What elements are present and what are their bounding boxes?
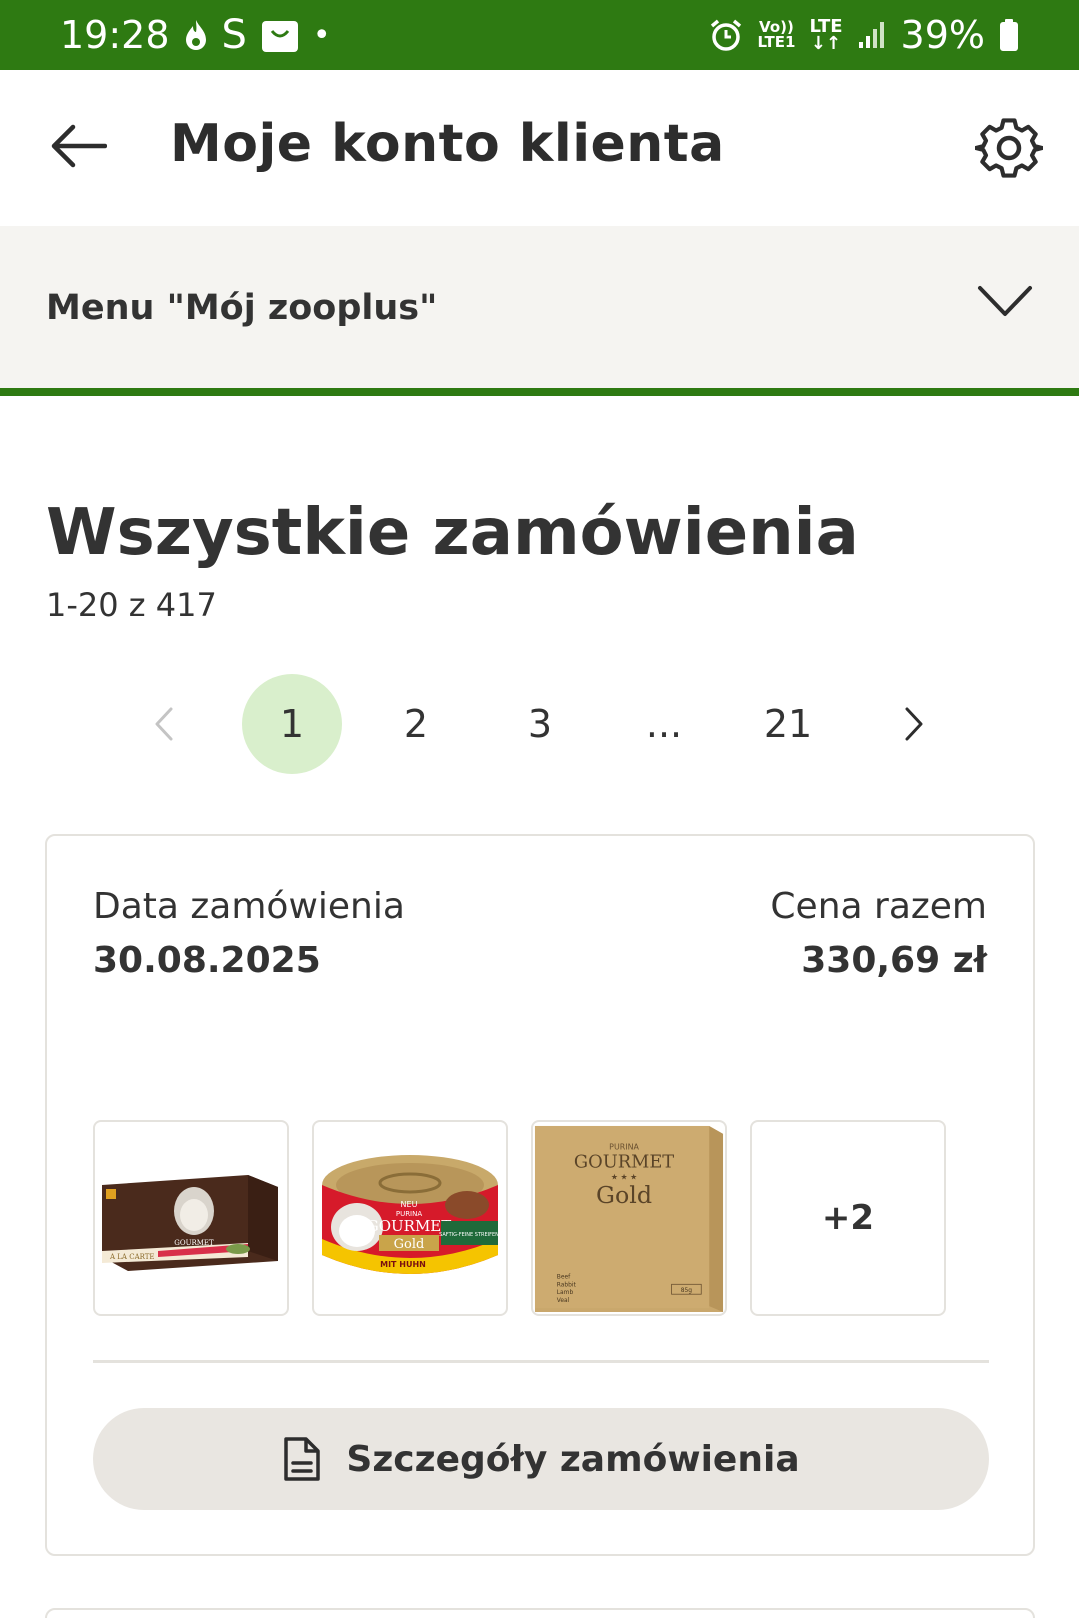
more-items-tile[interactable]: +2 xyxy=(750,1120,946,1316)
gold-can-image: NEU PURINA GOURMET Gold MIT HUHN SAFTIG-… xyxy=(322,1155,499,1274)
back-button[interactable] xyxy=(48,118,110,174)
can-new-text: NEU xyxy=(401,1200,418,1209)
s-app-icon: S xyxy=(221,12,247,58)
box-list-item-4: Veal xyxy=(557,1297,570,1304)
box-weight-text: 85g xyxy=(681,1287,693,1294)
page-title: Wszystkie zamówienia xyxy=(46,496,859,570)
prev-page-button[interactable] xyxy=(134,674,194,774)
box-stars-text: ★ ★ ★ xyxy=(611,1172,637,1181)
order-details-button[interactable]: Szczegóły zamówienia xyxy=(93,1408,989,1510)
battery-icon xyxy=(999,18,1019,52)
flame-icon xyxy=(184,18,208,52)
order-details-label: Szczegóły zamówienia xyxy=(346,1438,800,1480)
battery-percent: 39% xyxy=(900,13,985,57)
chevron-down-icon xyxy=(978,286,1032,316)
menu-label: Menu "Mój zooplus" xyxy=(46,288,438,328)
box-list-item-3: Lamb xyxy=(557,1289,574,1296)
mein-zooplus-menu[interactable]: Menu "Mój zooplus" xyxy=(0,226,1079,396)
status-bar: 19:28 S • Vo)) LTE1 LTE ↓↑ 39% xyxy=(0,0,1079,70)
page-1-button[interactable]: 1 xyxy=(242,674,342,774)
total-price-value: 330,69 zł xyxy=(801,940,987,981)
lte-indicator: LTE ↓↑ xyxy=(809,18,842,54)
page-ellipsis: ... xyxy=(645,702,683,746)
volte-line2: LTE1 xyxy=(757,33,796,51)
next-page-button[interactable] xyxy=(884,674,944,774)
chevron-left-icon xyxy=(155,707,173,741)
pagination: 1 2 3 ... 21 xyxy=(0,674,1079,774)
alacarte-line-text: A LA CARTE xyxy=(109,1253,155,1261)
order-date-value: 30.08.2025 xyxy=(93,940,321,981)
next-order-card xyxy=(45,1608,1035,1618)
product-thumbnails: GOURMET A LA CARTE NEU PURINA GOURMET Go… xyxy=(93,1120,946,1316)
shopping-bag-icon xyxy=(261,17,299,53)
can-side-text: SAFTIG-FEINE STREIFEN xyxy=(439,1232,499,1238)
can-flavor-text: MIT HUHN xyxy=(380,1260,426,1269)
app-bar: Moje konto klienta xyxy=(0,70,1079,226)
gear-icon xyxy=(975,118,1043,178)
card-divider xyxy=(93,1360,989,1363)
product-thumbnail-gold-can[interactable]: NEU PURINA GOURMET Gold MIT HUHN SAFTIG-… xyxy=(312,1120,508,1316)
alarm-icon xyxy=(709,18,743,52)
page-21-button[interactable]: 21 xyxy=(738,674,838,774)
box-list-item-2: Rabbit xyxy=(557,1281,577,1288)
lte-line2: ↓↑ xyxy=(810,33,842,54)
app-title: Moje konto klienta xyxy=(170,114,725,174)
chevron-right-icon xyxy=(905,707,923,741)
settings-button[interactable] xyxy=(973,112,1045,184)
result-count: 1-20 z 417 xyxy=(46,586,217,624)
signal-icon xyxy=(857,20,887,50)
status-left: 19:28 S • xyxy=(60,12,331,58)
can-line-text: Gold xyxy=(394,1237,425,1252)
notification-dot: • xyxy=(312,17,331,53)
arrow-left-icon xyxy=(51,124,107,168)
status-time: 19:28 xyxy=(60,13,170,57)
total-price-label: Cena razem xyxy=(770,886,987,927)
page-3-button[interactable]: 3 xyxy=(490,674,590,774)
product-thumbnail-gold-box[interactable]: PURINA GOURMET ★ ★ ★ Gold Beef Rabbit La… xyxy=(531,1120,727,1316)
status-right: Vo)) LTE1 LTE ↓↑ 39% xyxy=(709,0,1019,70)
box-purina-text: PURINA xyxy=(609,1143,639,1152)
order-date-label: Data zamówienia xyxy=(93,886,405,927)
product-thumbnail-alacarte[interactable]: GOURMET A LA CARTE xyxy=(93,1120,289,1316)
box-line-text: Gold xyxy=(596,1181,652,1209)
alacarte-pack-image: GOURMET A LA CARTE xyxy=(102,1175,278,1271)
document-icon xyxy=(284,1437,321,1481)
page-2-button[interactable]: 2 xyxy=(366,674,466,774)
order-card: Data zamówienia 30.08.2025 Cena razem 33… xyxy=(45,834,1035,1556)
more-items-count: +2 xyxy=(821,1198,875,1238)
box-list-item-1: Beef xyxy=(557,1273,571,1280)
box-brand-text: GOURMET xyxy=(574,1152,674,1173)
volte-indicator: Vo)) LTE1 xyxy=(757,20,795,50)
gold-box-image: PURINA GOURMET ★ ★ ★ Gold Beef Rabbit La… xyxy=(534,1125,724,1313)
